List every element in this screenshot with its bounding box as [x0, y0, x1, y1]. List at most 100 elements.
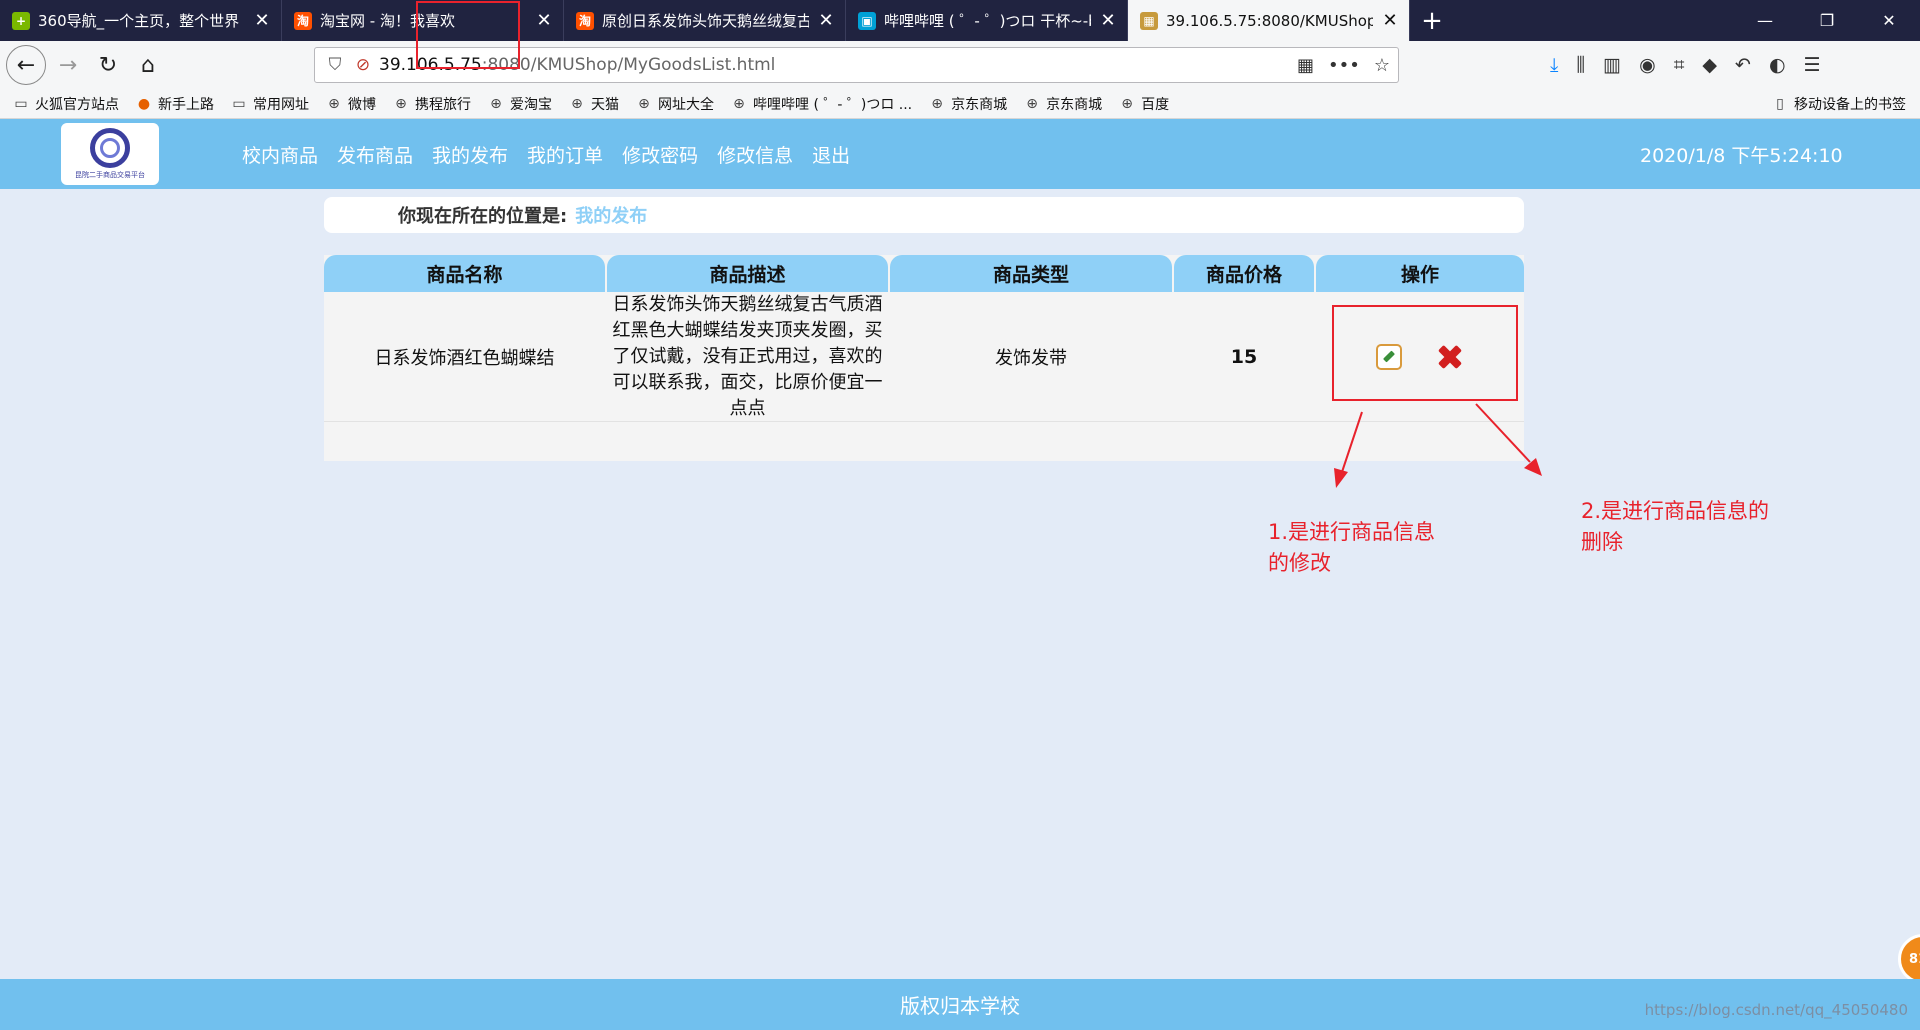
- main-nav: 校内商品 发布商品 我的发布 我的订单 修改密码 修改信息 退出: [242, 119, 869, 189]
- globe-icon: ⊕: [395, 95, 407, 112]
- site-logo[interactable]: 昆院二手商品交易平台: [61, 123, 159, 185]
- globe-icon: ⊕: [571, 95, 583, 112]
- globe-icon: ⊕: [638, 95, 650, 112]
- goods-name: 日系发饰酒红色蝴蝶结: [374, 347, 555, 369]
- browser-tab[interactable]: ▣ 哔哩哔哩 ( ゜- ゜)つロ 干杯~-bi ✕: [846, 0, 1128, 41]
- home-icon[interactable]: ⌂: [130, 47, 166, 83]
- bookmark-item[interactable]: ⊕ 爱淘宝: [487, 94, 552, 114]
- taobao-icon: 淘: [294, 11, 312, 30]
- delete-arrow-head: [1524, 458, 1542, 476]
- bookmark-item[interactable]: ⊕ 网址大全: [635, 94, 714, 114]
- column-header-desc: 商品描述: [607, 255, 888, 292]
- qr-code-icon[interactable]: ▦: [1297, 55, 1314, 76]
- globe-icon: ⊕: [328, 95, 340, 112]
- window-close-icon[interactable]: ✕: [1858, 0, 1920, 41]
- logo-text: 昆院二手商品交易平台: [75, 171, 145, 179]
- globe-icon: ⊕: [1026, 95, 1038, 112]
- bookmarks-bar: ▭ 火狐官方站点 ● 新手上路 ▭ 常用网址 ⊕ 微博 ⊕ 携程旅行 ⊕ 爱淘宝 ⊕ 天猫 ⊕…: [0, 89, 1920, 119]
- logo-ring-icon: [90, 128, 130, 168]
- breadcrumb: 你现在所在的位置是: 我的发布: [324, 197, 1524, 233]
- extension-icon[interactable]: ◐: [1769, 54, 1786, 76]
- goods-description: 日系发饰头饰天鹅丝绒复古气质酒红黑色大蝴蝶结发夹顶夹发圈，买了仅试戴，没有正式用…: [612, 293, 883, 419]
- account-icon[interactable]: ◉: [1639, 54, 1656, 76]
- bookmark-item[interactable]: ⊕ 哔哩哔哩 ( ゜- ゜)つロ ...: [730, 94, 912, 114]
- new-tab-icon[interactable]: +: [1410, 0, 1454, 41]
- bookmark-item[interactable]: ⊕ 京东商城: [928, 94, 1007, 114]
- browser-tab[interactable]: + 360导航_一个主页，整个世界 ✕: [0, 0, 282, 41]
- nav-campus-goods[interactable]: 校内商品: [242, 141, 318, 168]
- mobile-device-icon: ▯: [1776, 95, 1784, 112]
- header-clock: 2020/1/8 下午5:24:10: [1640, 144, 1843, 167]
- download-icon[interactable]: ⤓: [1550, 54, 1558, 76]
- copyright-text: 版权归本学校: [900, 994, 1020, 1018]
- restore-icon[interactable]: ❐: [1796, 0, 1858, 41]
- column-header-type: 商品类型: [890, 255, 1172, 292]
- bookmark-item[interactable]: ● 新手上路: [135, 94, 214, 114]
- reload-icon[interactable]: ↻: [90, 47, 126, 83]
- 360-icon: +: [12, 11, 30, 30]
- nav-publish-goods[interactable]: 发布商品: [337, 141, 413, 168]
- column-header-name: 商品名称: [324, 255, 605, 292]
- bookmark-item[interactable]: ⊕ 携程旅行: [392, 94, 471, 114]
- actions-highlight-box: [1332, 305, 1518, 401]
- screenshot-icon[interactable]: ⌗: [1674, 54, 1685, 76]
- library-icon[interactable]: ⫼: [1576, 54, 1585, 76]
- bookmark-item[interactable]: ▭ 常用网址: [230, 94, 309, 114]
- forward-arrow-icon[interactable]: →: [50, 47, 86, 83]
- bookmark-item[interactable]: ⊕ 微博: [325, 94, 376, 114]
- tab-title: 哔哩哔哩 ( ゜- ゜)つロ 干杯~-bi: [884, 12, 1091, 30]
- nav-change-password[interactable]: 修改密码: [622, 141, 698, 168]
- bookmark-item[interactable]: ⊕ 百度: [1118, 94, 1169, 114]
- insecure-lock-icon[interactable]: ⊘: [351, 55, 375, 75]
- close-icon[interactable]: ✕: [535, 10, 553, 31]
- nav-my-publish[interactable]: 我的发布: [432, 141, 508, 168]
- nav-edit-info[interactable]: 修改信息: [717, 141, 793, 168]
- globe-icon: ⊕: [931, 95, 943, 112]
- breadcrumb-prefix: 你现在所在的位置是:: [398, 206, 568, 227]
- back-arrow-icon[interactable]: ←: [6, 45, 46, 85]
- minimize-icon[interactable]: —: [1734, 0, 1796, 41]
- more-actions-icon[interactable]: •••: [1328, 55, 1360, 76]
- goods-price: 15: [1230, 345, 1258, 368]
- bookmark-star-icon[interactable]: ☆: [1374, 55, 1390, 76]
- bookmark-item[interactable]: ⊕ 京东商城: [1023, 94, 1102, 114]
- column-header-price: 商品价格: [1174, 255, 1314, 292]
- goods-type: 发饰发带: [995, 347, 1067, 369]
- browser-tab-active[interactable]: ▦ 39.106.5.75:8080/KMUShop/ ✕: [1128, 0, 1410, 41]
- nav-logout[interactable]: 退出: [812, 141, 850, 168]
- browser-tab-bar: + 360导航_一个主页，整个世界 ✕ 淘 淘宝网 - 淘！我喜欢 ✕ 淘 原创…: [0, 0, 1920, 41]
- floating-badge[interactable]: 81: [1898, 934, 1920, 984]
- bilibili-icon: ▣: [858, 11, 876, 30]
- close-icon[interactable]: ✕: [817, 10, 835, 31]
- page-icon: ▦: [1140, 11, 1158, 30]
- mobile-bookmarks[interactable]: ▯ 移动设备上的书签: [1771, 94, 1906, 114]
- taobao-icon: 淘: [576, 11, 594, 30]
- close-icon[interactable]: ✕: [253, 10, 271, 31]
- url-path: :8080/KMUShop/MyGoodsList.html: [481, 55, 776, 75]
- nav-my-orders[interactable]: 我的订单: [527, 141, 603, 168]
- table-header: 商品名称 商品描述 商品类型 商品价格 操作: [324, 255, 1524, 292]
- window-controls: — ❐ ✕: [1734, 0, 1920, 41]
- column-header-actions: 操作: [1316, 255, 1524, 292]
- toolbar-icons: ⤓ ⫼ ▥ ◉ ⌗ ◆ ↶ ◐ ☰: [1550, 41, 1821, 89]
- browser-tab[interactable]: 淘 原创日系发饰头饰天鹅丝绒复古 ✕: [564, 0, 846, 41]
- close-icon[interactable]: ✕: [1381, 10, 1399, 31]
- nav-highlight-box: [416, 1, 520, 69]
- edit-arrow-head: [1334, 468, 1348, 488]
- folder-icon: ▭: [14, 95, 28, 112]
- folder-icon: ▭: [232, 95, 246, 112]
- chat-icon[interactable]: ◆: [1702, 54, 1717, 76]
- undo-icon[interactable]: ↶: [1735, 54, 1751, 76]
- bookmark-item[interactable]: ⊕ 天猫: [568, 94, 619, 114]
- bookmark-item[interactable]: ▭ 火狐官方站点: [12, 94, 119, 114]
- sidebar-icon[interactable]: ▥: [1603, 54, 1621, 76]
- globe-icon: ⊕: [490, 95, 502, 112]
- close-icon[interactable]: ✕: [1099, 10, 1117, 31]
- tab-title: 原创日系发饰头饰天鹅丝绒复古: [602, 12, 809, 30]
- tab-title: 39.106.5.75:8080/KMUShop/: [1166, 11, 1373, 30]
- tab-title: 360导航_一个主页，整个世界: [38, 12, 240, 30]
- breadcrumb-current[interactable]: 我的发布: [575, 202, 647, 228]
- menu-icon[interactable]: ☰: [1804, 54, 1821, 76]
- firefox-icon: ●: [137, 95, 151, 112]
- shield-icon[interactable]: ⛉: [323, 55, 347, 75]
